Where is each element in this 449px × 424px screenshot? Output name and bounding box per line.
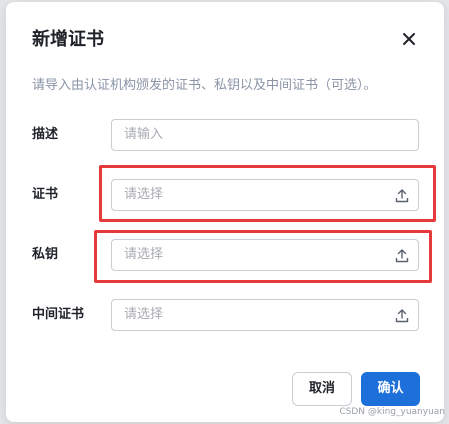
upload-icon[interactable] [394, 248, 410, 264]
intermediate-certificate-placeholder: 请选择 [124, 307, 164, 322]
description-input[interactable]: 请输入 [111, 119, 419, 151]
description-label: 描述 [32, 127, 59, 142]
confirm-button[interactable]: 确认 [361, 372, 420, 406]
certificate-select[interactable]: 请选择 [111, 179, 419, 211]
cancel-button[interactable]: 取消 [292, 372, 352, 406]
dialog-description: 请导入由认证机构颁发的证书、私钥以及中间证书（可选）。 [32, 78, 377, 93]
private-key-label: 私钥 [32, 247, 59, 262]
upload-icon[interactable] [394, 308, 410, 324]
private-key-select[interactable]: 请选择 [111, 239, 419, 271]
certificate-label: 证书 [32, 187, 59, 202]
private-key-placeholder: 请选择 [124, 247, 164, 262]
certificate-placeholder: 请选择 [124, 187, 164, 202]
description-placeholder: 请输入 [124, 127, 164, 142]
add-certificate-dialog: 新增证书 请导入由认证机构颁发的证书、私钥以及中间证书（可选）。 描述 请输入 … [6, 2, 444, 422]
close-button[interactable] [399, 29, 419, 49]
intermediate-certificate-select[interactable]: 请选择 [111, 299, 419, 331]
intermediate-certificate-label: 中间证书 [32, 307, 85, 322]
upload-icon[interactable] [394, 188, 410, 204]
watermark: CSDN @king_yuanyuan [339, 407, 445, 417]
dialog-title: 新增证书 [32, 29, 104, 50]
close-icon [399, 29, 419, 49]
